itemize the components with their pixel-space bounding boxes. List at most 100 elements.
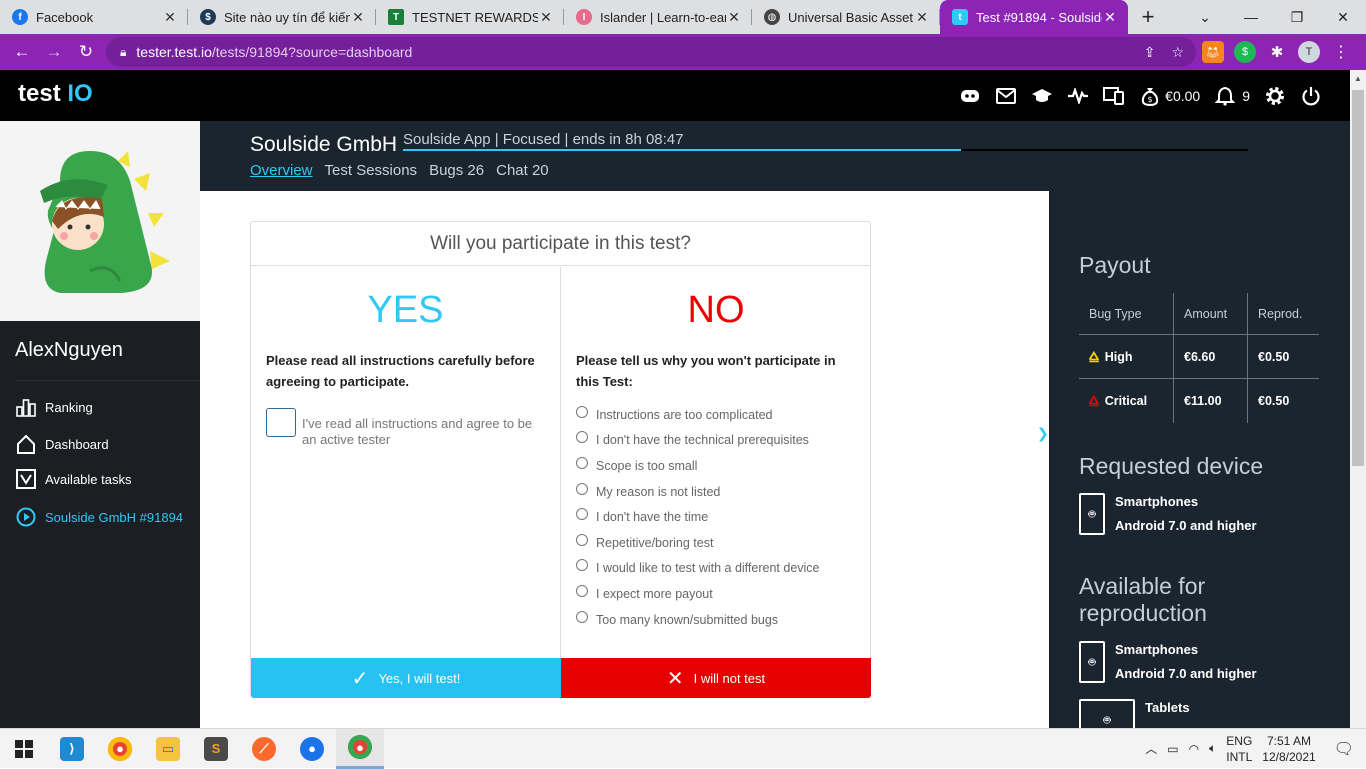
language-indicator[interactable]: ENG INTL (1226, 733, 1252, 765)
user-avatar[interactable] (0, 121, 200, 321)
reason-option[interactable]: Scope is too small (576, 453, 871, 479)
puzzle-icon[interactable]: ✱ (1266, 41, 1288, 63)
reason-option[interactable]: My reason is not listed (576, 479, 871, 505)
reason-option[interactable]: I don't have the time (576, 504, 871, 530)
compass-icon[interactable]: ⟋ (240, 729, 288, 769)
activity-icon[interactable] (1067, 85, 1089, 107)
close-tab-icon[interactable]: ✕ (350, 9, 366, 26)
radio-button[interactable] (576, 610, 588, 623)
radio-button[interactable] (576, 431, 588, 444)
browser-tab-active[interactable]: t Test #91894 - Soulside ✕ (940, 0, 1128, 34)
notification-center-icon[interactable]: 🗨︎ (1334, 739, 1354, 759)
notification-count[interactable]: 9 (1242, 88, 1250, 104)
tab-overview[interactable]: Overview (250, 162, 313, 179)
close-tab-icon[interactable]: ✕ (162, 9, 178, 26)
money-bag-icon[interactable]: $ (1139, 85, 1161, 107)
graduation-cap-icon[interactable] (1031, 85, 1053, 107)
page-scrollbar[interactable]: ▲ (1350, 70, 1366, 728)
requested-device-heading: Requested device (1079, 453, 1264, 479)
chrome-icon[interactable]: ● (96, 729, 144, 769)
radio-button[interactable] (576, 456, 588, 469)
address-bar[interactable]: 🔒︎ tester.test.io/tests/91894?source=das… (106, 37, 1196, 67)
radio-button[interactable] (576, 508, 588, 521)
bell-icon[interactable] (1214, 85, 1236, 107)
tab-chat[interactable]: Chat 20 (496, 162, 549, 179)
kebab-menu-icon[interactable]: ⋮ (1330, 41, 1352, 63)
browser-tab[interactable]: I Islander | Learn-to-ear ✕ (564, 0, 752, 34)
facebook-icon: f (12, 9, 28, 25)
agree-label[interactable]: I've read all instructions and agree to … (302, 416, 545, 448)
table-row: ⩠ High €6.60 €0.50 (1079, 335, 1319, 379)
reason-option[interactable]: I would like to test with a different de… (576, 556, 871, 582)
sidebar-item-ranking[interactable]: Ranking (15, 396, 93, 418)
sidebar-item-available-tasks[interactable]: Available tasks (15, 468, 131, 490)
browser-tab[interactable]: ◍ Universal Basic Asset ✕ (752, 0, 940, 34)
tasks-icon (15, 468, 37, 490)
gear-icon[interactable] (1264, 85, 1286, 107)
browser-tab[interactable]: f Facebook ✕ (0, 0, 188, 34)
sidebar-item-label: Dashboard (45, 436, 109, 452)
bookmark-star-icon[interactable]: ☆ (1171, 44, 1184, 61)
radio-button[interactable] (576, 405, 588, 418)
close-window-button[interactable]: ✕ (1320, 0, 1366, 34)
clock[interactable]: 7:51 AM 12/8/2021 (1262, 733, 1315, 765)
back-arrow-icon[interactable]: ← (6, 36, 38, 68)
agree-checkbox[interactable] (266, 408, 296, 437)
ranking-icon (15, 396, 37, 418)
dollar-extension-icon[interactable]: $ (1234, 41, 1256, 63)
username[interactable]: AlexNguyen (15, 339, 123, 362)
radio-button[interactable] (576, 482, 588, 495)
reason-option[interactable]: I don't have the technical prerequisites (576, 428, 871, 454)
chevron-up-icon[interactable]: ︿ (1145, 740, 1157, 757)
profile-avatar[interactable]: T (1298, 41, 1320, 63)
chrome-profile-icon[interactable]: ● (336, 728, 384, 769)
tab-search-icon[interactable]: ⌄ (1182, 0, 1228, 34)
balance-amount[interactable]: €0.00 (1165, 88, 1200, 104)
reason-option[interactable]: Too many known/submitted bugs (576, 607, 871, 633)
maps-pin-icon[interactable]: ● (288, 729, 336, 769)
file-explorer-icon[interactable]: ▭ (144, 729, 192, 769)
reason-option[interactable]: Instructions are too complicated (576, 402, 871, 428)
tab-test-sessions[interactable]: Test Sessions (325, 162, 418, 179)
testio-logo[interactable]: test IO (18, 80, 93, 108)
wifi-icon[interactable]: ◠ (1189, 742, 1199, 756)
forward-arrow-icon[interactable]: → (38, 36, 70, 68)
sidebar-item-dashboard[interactable]: Dashboard (15, 433, 109, 455)
radio-button[interactable] (576, 559, 588, 572)
panel-expander[interactable]: ❯ (1034, 191, 1049, 728)
new-tab-button[interactable]: + (1128, 0, 1168, 34)
reload-icon[interactable]: ↻ (70, 36, 102, 68)
vscode-icon[interactable]: ⟩ (48, 729, 96, 769)
i-will-not-test-button[interactable]: ✕ I will not test (561, 658, 871, 698)
mail-icon[interactable] (995, 85, 1017, 107)
radio-button[interactable] (576, 533, 588, 546)
reason-option[interactable]: Repetitive/boring test (576, 530, 871, 556)
share-icon[interactable]: ⇪ (1144, 44, 1156, 61)
browser-tab[interactable]: T TESTNET REWARDS.xl ✕ (376, 0, 564, 34)
discord-icon[interactable] (959, 85, 981, 107)
devices-icon[interactable] (1103, 85, 1125, 107)
close-tab-icon[interactable]: ✕ (726, 9, 742, 26)
scrollbar-thumb[interactable] (1352, 90, 1364, 466)
close-tab-icon[interactable]: ✕ (538, 9, 554, 26)
scroll-up-icon[interactable]: ▲ (1354, 74, 1362, 83)
restore-button[interactable]: ❐ (1274, 0, 1320, 34)
reason-label: My reason is not listed (596, 484, 721, 499)
close-tab-icon[interactable]: ✕ (914, 9, 930, 26)
reason-option[interactable]: I expect more payout (576, 581, 871, 607)
power-icon[interactable] (1300, 85, 1322, 107)
yes-i-will-test-button[interactable]: ✓ Yes, I will test! (251, 658, 561, 698)
tab-title: Test #91894 - Soulside (976, 9, 1102, 25)
close-tab-icon[interactable]: ✕ (1102, 9, 1118, 26)
sidebar-item-current-test[interactable]: Soulside GmbH #91894 (15, 506, 183, 528)
metamask-icon[interactable]: 🦊︎ (1202, 41, 1224, 63)
browser-tab[interactable]: $ Site nào uy tín để kiếm ✕ (188, 0, 376, 34)
close-icon: ✕ (666, 667, 684, 690)
minimize-button[interactable]: — (1228, 0, 1274, 34)
windows-start-icon[interactable] (0, 729, 48, 769)
tab-bugs[interactable]: Bugs 26 (429, 162, 484, 179)
battery-icon[interactable]: ▭ (1167, 742, 1178, 756)
radio-button[interactable] (576, 584, 588, 597)
sublime-text-icon[interactable]: S (192, 729, 240, 769)
volume-icon[interactable]: 🔈︎ (1209, 741, 1216, 756)
